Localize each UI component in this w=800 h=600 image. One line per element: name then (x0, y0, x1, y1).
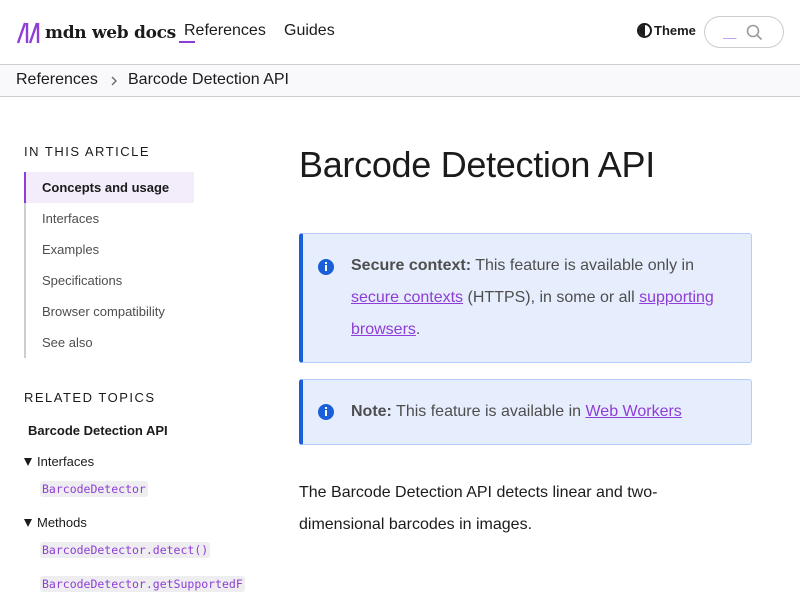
web-workers-link[interactable]: Web Workers (585, 403, 681, 420)
secure-context-text: Secure context: This feature is availabl… (351, 250, 741, 346)
mdn-logo[interactable]: mdn web docs (16, 20, 195, 46)
theme-label: Theme (654, 23, 696, 38)
nav-guides[interactable]: Guides (284, 22, 335, 40)
secure-context-notecard: Secure context: This feature is availabl… (299, 233, 752, 363)
triangle-down-icon (24, 518, 32, 527)
web-workers-notecard: Note: This feature is available in Web W… (299, 379, 752, 445)
secure-contexts-link[interactable]: secure contexts (351, 289, 463, 306)
note-label: Note: (351, 403, 392, 420)
toc-item-concepts-and-usage[interactable]: Concepts and usage (24, 172, 194, 203)
info-icon (318, 404, 334, 420)
secure-context-label: Secure context: (351, 257, 472, 274)
toc-item-specifications[interactable]: Specifications (26, 265, 194, 296)
top-navigation-bar: mdn web docs References Guides Theme __ (0, 0, 800, 65)
related-group-methods[interactable]: Methods (24, 515, 87, 530)
toc-item-browser-compatibility[interactable]: Browser compatibility (26, 296, 194, 327)
intro-paragraph: The Barcode Detection API detects linear… (299, 484, 658, 533)
logo-text: mdn web docs (45, 23, 176, 43)
note-text: Note: This feature is available in Web W… (351, 396, 741, 428)
breadcrumb-current-page[interactable]: Barcode Detection API (128, 71, 289, 89)
mdn-logo-icon (16, 22, 40, 44)
page-title: Barcode Detection API (299, 144, 655, 185)
breadcrumb-references[interactable]: References (16, 71, 98, 89)
triangle-down-icon (24, 457, 32, 466)
note-text-part: This feature is available in (391, 403, 586, 420)
related-group-interfaces[interactable]: Interfaces (24, 454, 94, 469)
toc-item-see-also[interactable]: See also (26, 327, 194, 358)
search-input[interactable]: __ (704, 16, 784, 48)
related-group-label: Methods (37, 515, 87, 530)
breadcrumb: References Barcode Detection API (0, 65, 800, 97)
info-icon (318, 259, 334, 275)
related-link-barcodedetector[interactable]: BarcodeDetector (40, 481, 148, 497)
secure-text-part: (HTTPS), in some or all (463, 289, 640, 306)
search-icon (746, 24, 763, 41)
related-group-label: Interfaces (37, 454, 95, 469)
toc-item-interfaces[interactable]: Interfaces (26, 203, 194, 234)
secure-text-part: This feature is available only in (471, 257, 694, 274)
table-of-contents: Concepts and usage Interfaces Examples S… (24, 172, 194, 358)
related-topics-heading: RELATED TOPICS (24, 390, 156, 405)
search-shortcut-hint: __ (723, 25, 736, 39)
related-topic-barcode-detection-api[interactable]: Barcode Detection API (28, 423, 168, 438)
toc-heading: IN THIS ARTICLE (24, 144, 151, 159)
secure-text-part: . (415, 321, 421, 338)
related-link-getsupportedformats[interactable]: BarcodeDetector.getSupportedF (40, 576, 245, 592)
logo-underscore (178, 41, 195, 43)
theme-icon (637, 23, 652, 38)
nav-references[interactable]: References (184, 22, 266, 40)
related-link-detect[interactable]: BarcodeDetector.detect() (40, 542, 211, 558)
toc-item-examples[interactable]: Examples (26, 234, 194, 265)
chevron-right-icon (111, 76, 117, 86)
theme-button[interactable]: Theme (637, 23, 696, 38)
